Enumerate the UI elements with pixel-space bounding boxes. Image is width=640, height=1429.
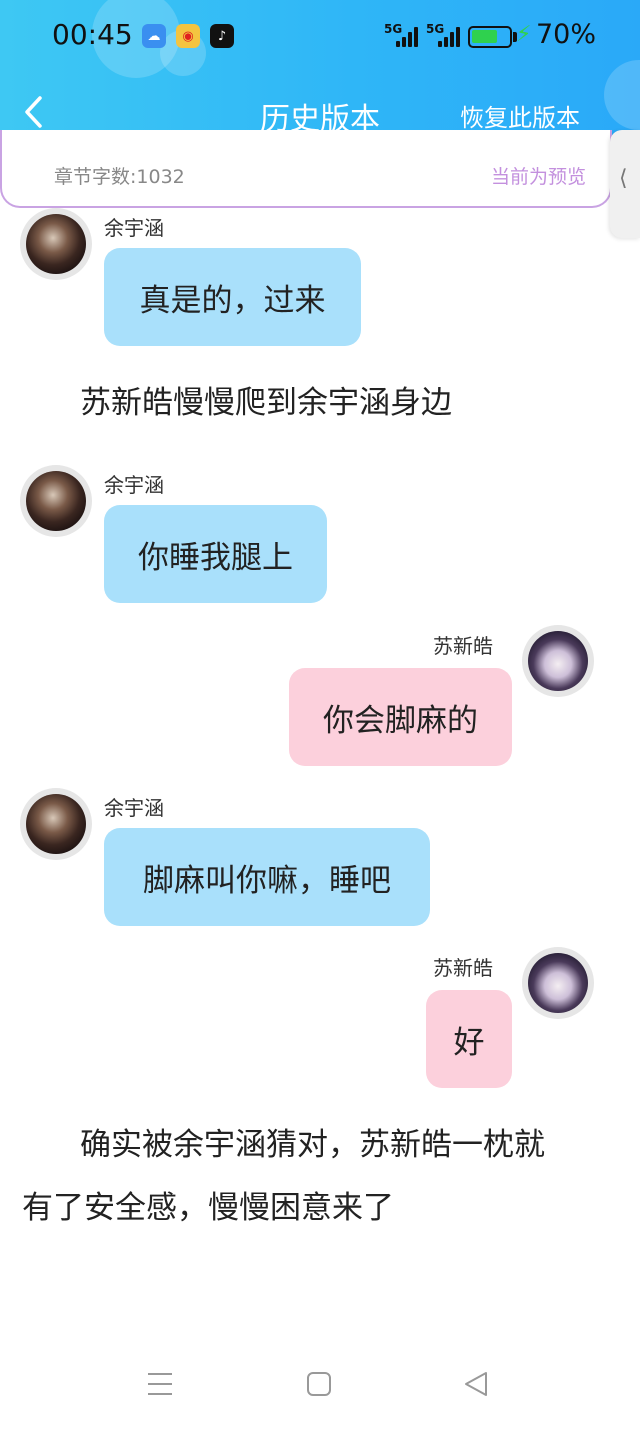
avatar-su[interactable] (522, 947, 594, 1019)
narration-text: 确实被余宇涵猜对，苏新皓一枕就 (80, 1127, 545, 1163)
avatar-su[interactable] (522, 625, 594, 697)
speaker-name: 余宇涵 (104, 473, 164, 497)
chevron-left-icon: ⟨ (619, 166, 628, 191)
speaker-name: 余宇涵 (104, 796, 164, 820)
chapter-info-bar: 章节字数:1032 当前为预览 (0, 130, 612, 208)
weibo-icon: ◉ (176, 24, 200, 48)
system-nav-bar (0, 1350, 640, 1429)
chat-bubble-left: 脚麻叫你嘛，睡吧 (104, 828, 430, 926)
preview-label: 当前为预览 (490, 166, 586, 188)
word-count: 章节字数:1032 (54, 166, 185, 188)
signal-bars-icon (396, 27, 418, 47)
battery-fill (472, 30, 497, 43)
weather-icon: ☁ (142, 24, 166, 48)
avatar-yu[interactable] (20, 208, 92, 280)
restore-version-button[interactable]: 恢复此版本 (460, 98, 580, 133)
avatar-yu[interactable] (20, 465, 92, 537)
avatar-yu[interactable] (20, 788, 92, 860)
home-icon[interactable] (305, 1370, 333, 1398)
speaker-name: 苏新皓 (433, 956, 493, 980)
battery-icon (468, 26, 512, 48)
tiktok-icon: ♪ (210, 24, 234, 48)
charging-icon: ⚡ (516, 22, 532, 47)
chat-bubble-left: 你睡我腿上 (104, 505, 327, 603)
battery-percent: 70% (536, 19, 597, 50)
narration-text: 苏新皓慢慢爬到余宇涵身边 (80, 385, 452, 421)
side-drawer-handle[interactable]: ⟨ (610, 130, 640, 238)
signal-bars-icon (438, 27, 460, 47)
narration-text: 有了安全感，慢慢困意来了 (22, 1190, 394, 1226)
speaker-name: 苏新皓 (433, 634, 493, 658)
app-header: 00:45 ☁ ◉ ♪ 5G 5G ⚡ 70% 历史版本 恢复此版本 (0, 0, 640, 148)
chat-bubble-right: 好 (426, 990, 512, 1088)
chat-bubble-right: 你会脚麻的 (289, 668, 512, 766)
back-icon[interactable] (462, 1370, 490, 1398)
menu-icon[interactable] (146, 1370, 174, 1398)
status-bar: 00:45 ☁ ◉ ♪ 5G 5G ⚡ 70% (0, 0, 640, 76)
status-time: 00:45 (52, 18, 133, 51)
speaker-name: 余宇涵 (104, 216, 164, 240)
chat-bubble-left: 真是的，过来 (104, 248, 361, 346)
